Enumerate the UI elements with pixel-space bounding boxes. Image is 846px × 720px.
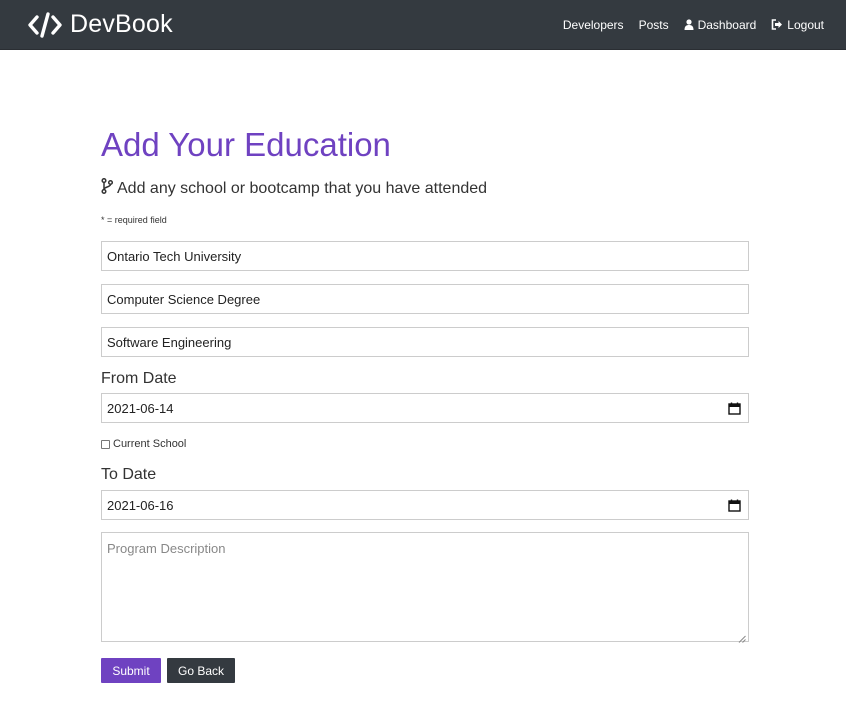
page-lead-text: Add any school or bootcamp that you have… [117,179,488,197]
nav-logout-link[interactable]: Logout [771,18,824,32]
nav-posts-link[interactable]: Posts [639,18,669,32]
nav-developers-label: Developers [562,17,624,32]
current-school-checkbox[interactable] [101,439,110,449]
page-lead: Add any school or bootcamp that you have… [101,178,487,199]
school-input-value: Ontario Tech University [107,248,242,264]
calendar-icon[interactable] [727,498,741,512]
resize-grip-icon[interactable] [738,631,746,643]
sign-out-icon [771,19,783,30]
to-date-value: 2021-06-16 [107,497,174,513]
brand-link[interactable]: DevBook [28,10,173,39]
go-back-button[interactable]: Go Back [167,658,235,683]
code-branch-icon [101,178,114,199]
nav-logout-label: Logout [787,17,824,32]
degree-input-value: Computer Science Degree [107,291,261,307]
required-note: * = required field [101,215,167,225]
current-school-option[interactable]: Current School [101,438,186,450]
nav-posts-label: Posts [638,17,669,32]
page-title: Add Your Education [101,126,391,163]
degree-input[interactable]: Computer Science Degree [101,284,749,314]
from-date-input[interactable]: 2021-06-14 [101,393,749,423]
nav-dashboard-link[interactable]: Dashboard [684,17,757,32]
from-date-label: From Date [101,370,177,387]
submit-button[interactable]: Submit [101,658,161,683]
field-of-study-input[interactable]: Software Engineering [101,327,749,357]
user-icon [684,19,694,30]
code-icon [28,11,62,38]
school-input[interactable]: Ontario Tech University [101,241,749,271]
to-date-input[interactable]: 2021-06-16 [101,490,749,520]
nav-links: Developers Posts Dashboard Logout [563,18,824,32]
nav-dashboard-label: Dashboard [697,17,757,32]
field-of-study-input-value: Software Engineering [107,334,232,350]
calendar-icon[interactable] [727,401,741,415]
to-date-label: To Date [101,466,157,483]
program-description-placeholder: Program Description [107,541,226,556]
nav-developers-link[interactable]: Developers [563,18,624,32]
navbar: DevBook Developers Posts Dashboard Logou… [0,0,846,50]
program-description-textarea[interactable]: Program Description [101,532,749,643]
brand-name: DevBook [70,10,173,38]
from-date-value: 2021-06-14 [107,400,174,416]
current-school-label: Current School [113,438,187,450]
